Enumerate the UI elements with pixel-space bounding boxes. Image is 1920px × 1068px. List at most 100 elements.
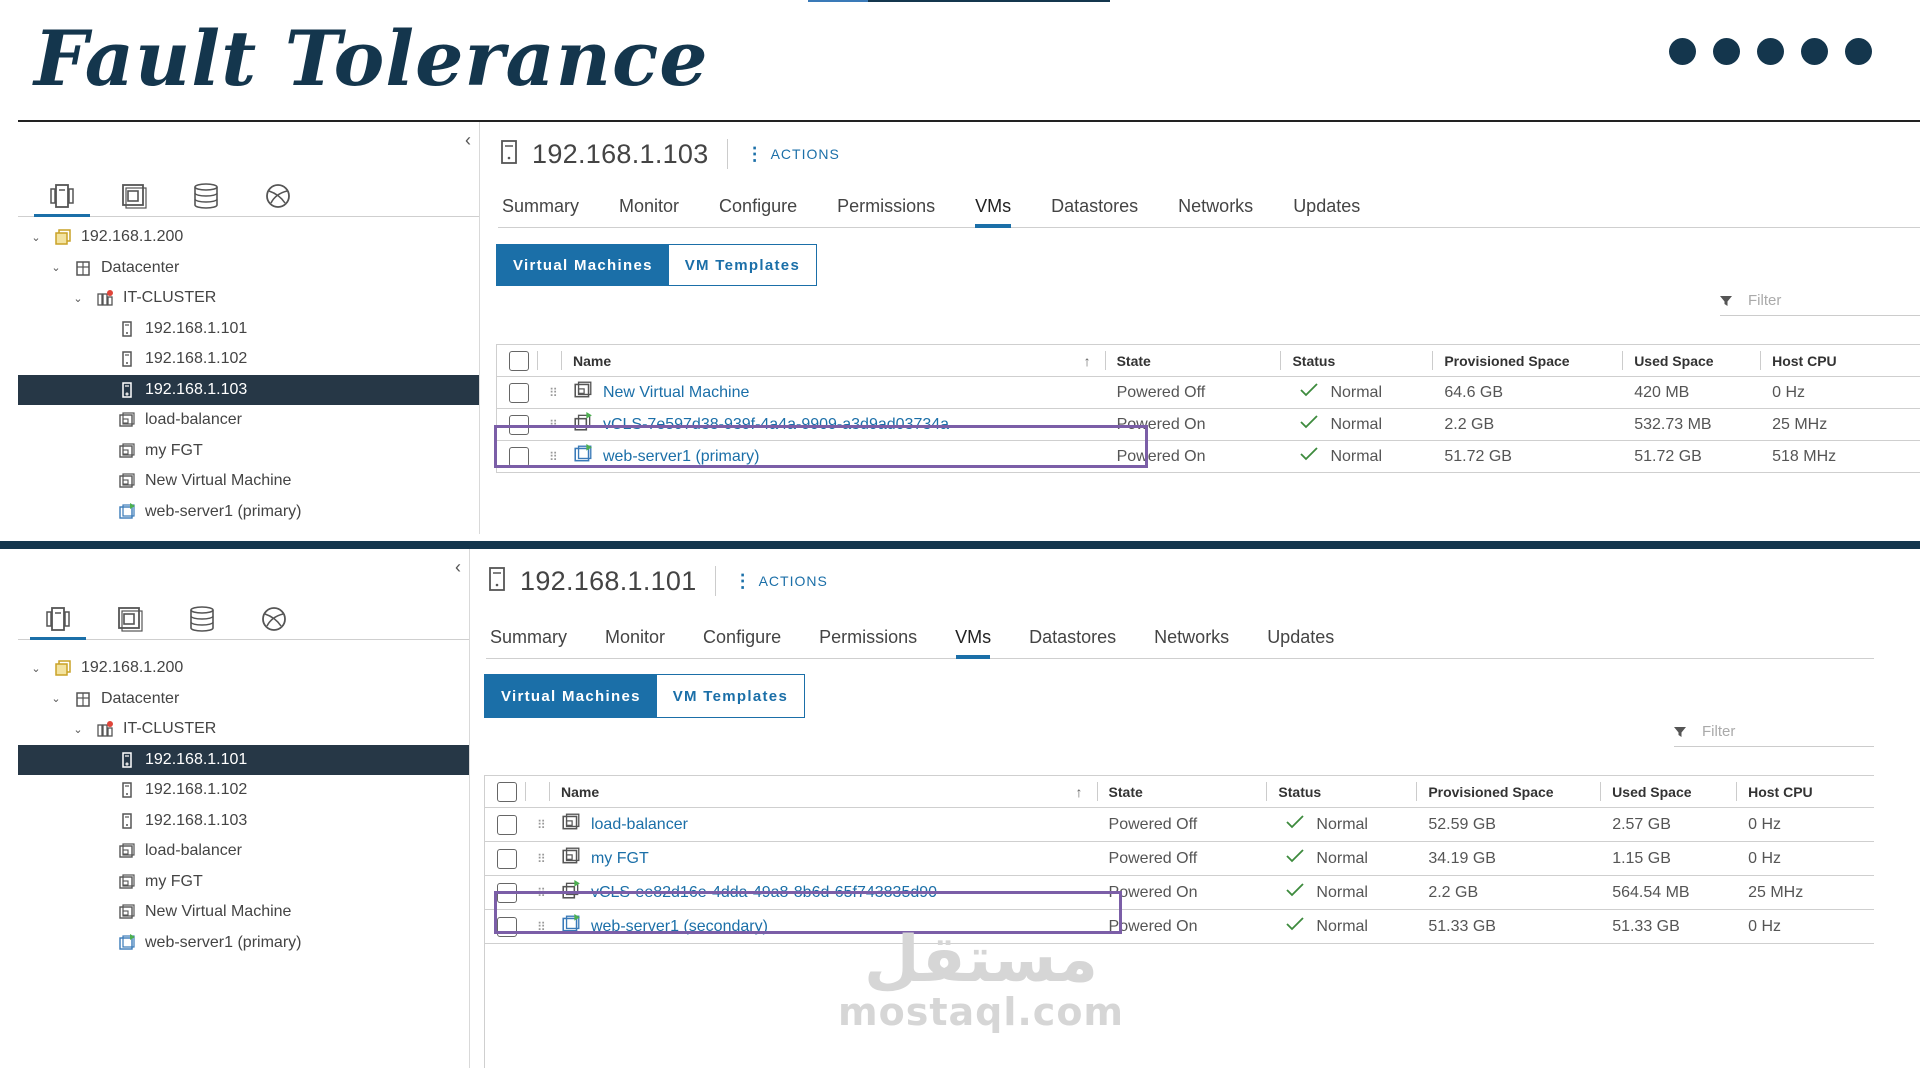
vm-name-link[interactable]: load-balancer <box>561 812 688 837</box>
vm-templates-tab[interactable]: VM Templates <box>657 675 804 717</box>
vm-name-link[interactable]: my FGT <box>561 846 649 871</box>
tab-networks[interactable]: Networks <box>1135 627 1248 658</box>
tree-item[interactable]: 192.168.1.101 <box>18 744 469 775</box>
tree-item[interactable]: web-server1 (primary) <box>18 928 469 959</box>
vm-name-link[interactable]: web-server1 (primary) <box>573 444 759 469</box>
tree-item[interactable]: ⌄ IT-CLUSTER <box>18 283 479 314</box>
row-checkbox[interactable] <box>497 848 517 869</box>
row-checkbox[interactable] <box>497 916 517 937</box>
tab-configure[interactable]: Configure <box>699 196 817 227</box>
column-header[interactable]: Provisioned Space <box>1432 345 1622 376</box>
tab-monitor[interactable]: Monitor <box>599 196 699 227</box>
select-all-checkbox[interactable] <box>509 350 529 371</box>
column-header[interactable]: Provisioned Space <box>1416 776 1600 807</box>
table-row[interactable]: ⠿ my FGT Powered Off Normal 34.19 GB 1.15 GB 0… <box>485 842 1874 876</box>
vm-name-link[interactable]: vCLS-7e597d38-939f-4a4a-9909-a3d9ad03734… <box>573 412 949 437</box>
table-row[interactable]: ⠿ load-balancer Powered Off Normal 52.59 GB 2… <box>485 808 1874 842</box>
tree-item[interactable]: my FGT <box>18 867 469 898</box>
table-row[interactable]: ⠿ New Virtual Machine Powered Off Normal 64.… <box>497 377 1920 409</box>
table-row[interactable]: ⠿ web-server1 (primary) Powered On Normal 51… <box>497 441 1920 473</box>
networking-icon[interactable] <box>242 176 314 216</box>
tree-item[interactable]: 192.168.1.102 <box>18 775 469 806</box>
tab-datastores[interactable]: Datastores <box>1010 627 1135 658</box>
row-checkbox[interactable] <box>509 382 529 403</box>
row-checkbox[interactable] <box>497 814 517 835</box>
drag-handle-icon[interactable]: ⠿ <box>549 450 558 464</box>
sort-ascending-icon[interactable]: ↑ <box>1076 784 1083 800</box>
collapse-sidebar-button[interactable]: ‹ <box>465 130 471 151</box>
tree-item[interactable]: 192.168.1.101 <box>18 314 479 345</box>
column-header[interactable]: Host CPU <box>1736 776 1874 807</box>
chevron-down-icon[interactable]: ⌄ <box>48 261 64 274</box>
tab-monitor[interactable]: Monitor <box>586 627 684 658</box>
column-header[interactable]: Host CPU <box>1760 345 1920 376</box>
sort-ascending-icon[interactable]: ↑ <box>1084 353 1091 369</box>
tab-permissions[interactable]: Permissions <box>817 196 955 227</box>
row-checkbox[interactable] <box>509 446 529 467</box>
tree-item[interactable]: my FGT <box>18 436 479 467</box>
tree-item[interactable]: ⌄ 192.168.1.200 <box>18 222 479 253</box>
tree-item[interactable]: web-server1 (primary) <box>18 497 479 528</box>
vm-name-link[interactable]: web-server1 (secondary) <box>561 914 768 939</box>
column-header[interactable]: Status <box>1266 776 1416 807</box>
tree-item[interactable]: load-balancer <box>18 405 479 436</box>
networking-icon[interactable] <box>238 599 310 639</box>
vms-templates-icon[interactable] <box>98 176 170 216</box>
tree-item[interactable]: ⌄ Datacenter <box>18 684 469 715</box>
tab-summary[interactable]: Summary <box>498 196 599 227</box>
tab-updates[interactable]: Updates <box>1273 196 1380 227</box>
hosts-clusters-icon[interactable] <box>26 176 98 217</box>
storage-icon[interactable] <box>170 176 242 216</box>
drag-handle-icon[interactable]: ⠿ <box>549 386 558 400</box>
chevron-down-icon[interactable]: ⌄ <box>70 723 86 736</box>
chevron-down-icon[interactable]: ⌄ <box>28 231 44 244</box>
virtual-machines-tab[interactable]: Virtual Machines <box>485 675 657 717</box>
tab-configure[interactable]: Configure <box>684 627 800 658</box>
tab-datastores[interactable]: Datastores <box>1031 196 1158 227</box>
vm-templates-tab[interactable]: VM Templates <box>669 245 816 285</box>
virtual-machines-tab[interactable]: Virtual Machines <box>497 245 669 285</box>
column-header[interactable]: State <box>1104 345 1281 376</box>
drag-handle-icon[interactable]: ⠿ <box>537 920 546 934</box>
chevron-down-icon[interactable]: ⌄ <box>48 692 64 705</box>
drag-handle-icon[interactable]: ⠿ <box>549 418 558 432</box>
actions-menu[interactable]: ⋮ ACTIONS <box>746 145 840 163</box>
hosts-clusters-icon[interactable] <box>22 599 94 640</box>
filter-box[interactable]: Filter <box>1674 723 1874 747</box>
column-header[interactable]: Name ↑ <box>560 345 1105 376</box>
select-all-checkbox[interactable] <box>497 781 517 802</box>
table-row[interactable]: ⠿ vCLS-7e597d38-939f-4a4a-9909-a3d9ad0373… <box>497 409 1920 441</box>
drag-handle-icon[interactable]: ⠿ <box>537 886 546 900</box>
collapse-sidebar-button[interactable]: ‹ <box>455 557 461 578</box>
tab-vms[interactable]: VMs <box>955 196 1031 228</box>
column-header[interactable]: Used Space <box>1622 345 1760 376</box>
vms-templates-icon[interactable] <box>94 599 166 639</box>
tab-permissions[interactable]: Permissions <box>800 627 936 658</box>
table-row[interactable]: ⠿ web-server1 (secondary) Powered On Normal… <box>485 910 1874 944</box>
tree-item[interactable]: New Virtual Machine <box>18 466 479 497</box>
column-header[interactable]: Status <box>1280 345 1432 376</box>
tree-item[interactable]: New Virtual Machine <box>18 897 469 928</box>
actions-menu[interactable]: ⋮ ACTIONS <box>734 572 828 590</box>
column-header[interactable]: Name ↑ <box>548 776 1097 807</box>
tree-item[interactable]: 192.168.1.103 <box>18 806 469 837</box>
column-header[interactable]: State <box>1096 776 1267 807</box>
chevron-down-icon[interactable]: ⌄ <box>70 292 86 305</box>
filter-box[interactable]: Filter <box>1720 292 1920 316</box>
table-row[interactable]: ⠿ vCLS-ee82d16e-4dda-49a8-8b6d-65f743835d… <box>485 876 1874 910</box>
tab-summary[interactable]: Summary <box>486 627 586 658</box>
row-checkbox[interactable] <box>497 882 517 903</box>
chevron-down-icon[interactable]: ⌄ <box>28 662 44 675</box>
column-header[interactable]: Used Space <box>1600 776 1736 807</box>
storage-icon[interactable] <box>166 599 238 639</box>
row-checkbox[interactable] <box>509 414 529 435</box>
tab-vms[interactable]: VMs <box>936 627 1010 659</box>
tree-item[interactable]: load-balancer <box>18 836 469 867</box>
tree-item[interactable]: ⌄ 192.168.1.200 <box>18 653 469 684</box>
tab-networks[interactable]: Networks <box>1158 196 1273 227</box>
drag-handle-icon[interactable]: ⠿ <box>537 818 546 832</box>
tree-item[interactable]: 192.168.1.103 <box>18 374 479 405</box>
tree-item[interactable]: ⌄ Datacenter <box>18 253 479 284</box>
tab-updates[interactable]: Updates <box>1248 627 1353 658</box>
tree-item[interactable]: 192.168.1.102 <box>18 344 479 375</box>
